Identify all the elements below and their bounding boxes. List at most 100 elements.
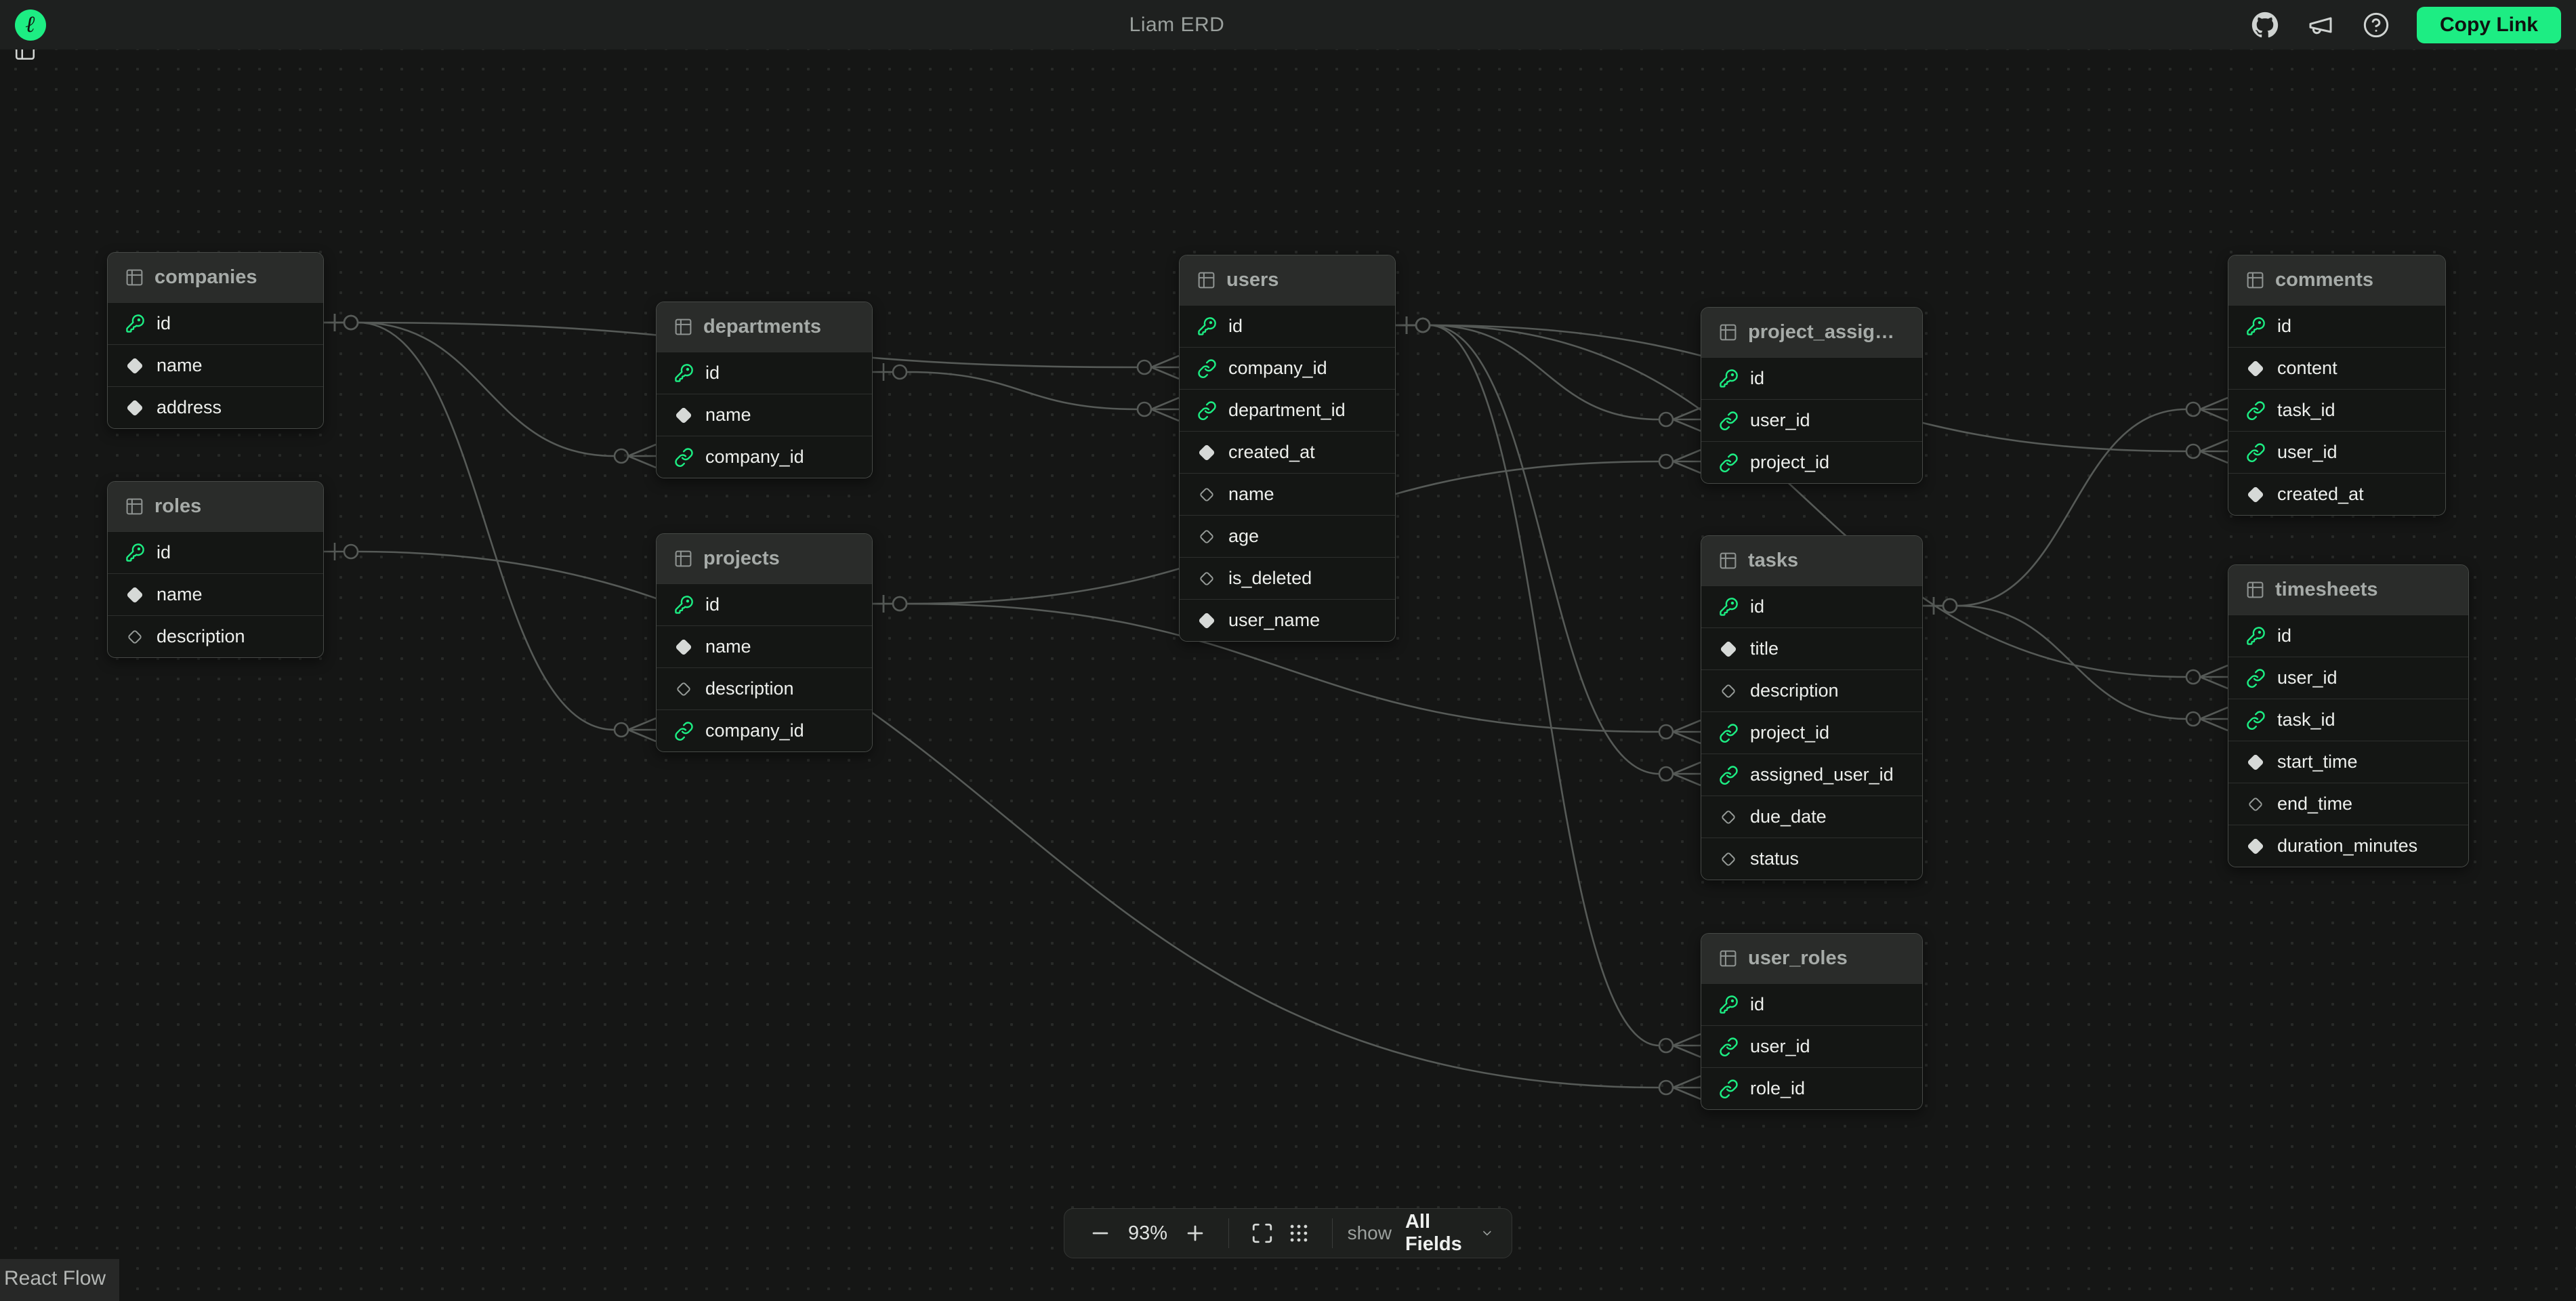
column-name: status — [1750, 848, 1799, 869]
column-row-departments-id[interactable]: id — [657, 352, 872, 394]
table-node-roles[interactable]: rolesid name description — [107, 481, 324, 658]
column-row-user_roles-role_id[interactable]: role_id — [1701, 1067, 1922, 1109]
liam-logo[interactable]: ℓ — [15, 9, 46, 41]
copy-link-button[interactable]: Copy Link — [2417, 7, 2561, 43]
table-header[interactable]: companies — [108, 253, 323, 302]
table-header[interactable]: user_roles — [1701, 934, 1922, 983]
column-row-companies-address[interactable]: address — [108, 386, 323, 428]
column-row-users-age[interactable]: age — [1180, 515, 1395, 557]
column-row-tasks-status[interactable]: status — [1701, 838, 1922, 880]
table-header[interactable]: project_assignments — [1701, 308, 1922, 357]
column-row-companies-id[interactable]: id — [108, 302, 323, 344]
column-row-comments-id[interactable]: id — [2228, 305, 2445, 347]
column-row-project_assignments-user_id[interactable]: user_id — [1701, 399, 1922, 441]
github-icon[interactable] — [2250, 10, 2280, 40]
column-row-timesheets-task_id[interactable]: task_id — [2228, 699, 2468, 741]
column-row-comments-content[interactable]: content — [2228, 347, 2445, 389]
link-icon — [1197, 400, 1217, 421]
column-row-tasks-title[interactable]: title — [1701, 627, 1922, 669]
megaphone-icon[interactable] — [2306, 10, 2335, 40]
table-header[interactable]: comments — [2228, 255, 2445, 305]
table-header[interactable]: roles — [108, 482, 323, 531]
column-row-timesheets-user_id[interactable]: user_id — [2228, 657, 2468, 699]
column-name: description — [705, 678, 794, 699]
key-icon — [1197, 316, 1217, 337]
column-row-projects-description[interactable]: description — [657, 667, 872, 709]
column-row-user_roles-user_id[interactable]: user_id — [1701, 1025, 1922, 1067]
zoom-in-button[interactable] — [1177, 1222, 1213, 1245]
relationship-edge — [1396, 316, 1701, 1057]
column-row-tasks-id[interactable]: id — [1701, 585, 1922, 627]
column-row-users-department_id[interactable]: department_id — [1180, 389, 1395, 431]
table-node-project_assignments[interactable]: project_assignmentsiduser_idproject_id — [1701, 307, 1923, 484]
column-name: user_id — [2277, 667, 2338, 688]
column-row-tasks-project_id[interactable]: project_id — [1701, 711, 1922, 753]
table-node-tasks[interactable]: tasksidtitledescriptionproject_idassigne… — [1701, 535, 1923, 880]
fields-dropdown[interactable]: All Fields — [1405, 1211, 1494, 1256]
column-name: user_id — [2277, 442, 2338, 463]
link-icon — [1197, 358, 1217, 379]
zoom-out-button[interactable] — [1082, 1222, 1119, 1245]
table-header[interactable]: users — [1180, 255, 1395, 305]
column-row-timesheets-duration_minutes[interactable]: duration_minutes — [2228, 825, 2468, 867]
column-row-roles-description[interactable]: description — [108, 615, 323, 657]
column-row-users-created_at[interactable]: created_at — [1180, 431, 1395, 473]
column-row-users-name[interactable]: name — [1180, 473, 1395, 515]
table-node-projects[interactable]: projectsidname description company_id — [656, 533, 873, 752]
table-header[interactable]: tasks — [1701, 536, 1922, 585]
table-node-user_roles[interactable]: user_rolesiduser_id role_id — [1701, 933, 1923, 1110]
key-icon — [1718, 369, 1739, 389]
column-row-roles-id[interactable]: id — [108, 531, 323, 573]
column-row-tasks-assigned_user_id[interactable]: assigned_user_id — [1701, 753, 1922, 796]
column-row-users-company_id[interactable]: company_id — [1180, 347, 1395, 389]
column-row-projects-name[interactable]: name — [657, 625, 872, 667]
table-node-comments[interactable]: commentsidcontent task_id user_id created_a… — [2228, 255, 2446, 516]
column-row-timesheets-end_time[interactable]: end_time — [2228, 783, 2468, 825]
column-row-comments-created_at[interactable]: created_at — [2228, 473, 2445, 515]
table-header[interactable]: projects — [657, 534, 872, 583]
erd-canvas[interactable]: companiesidnameaddressrolesidnamedescrip… — [0, 49, 2576, 1294]
column-row-comments-user_id[interactable]: user_id — [2228, 431, 2445, 473]
table-node-users[interactable]: usersidcompany_iddepartment_idcreated_at… — [1179, 255, 1396, 642]
column-row-project_assignments-project_id[interactable]: project_id — [1701, 441, 1922, 483]
column-row-companies-name[interactable]: name — [108, 344, 323, 386]
column-name: role_id — [1750, 1078, 1805, 1099]
key-icon — [1718, 597, 1739, 617]
table-header[interactable]: timesheets — [2228, 565, 2468, 615]
column-row-roles-name[interactable]: name — [108, 573, 323, 615]
diamond-filled-icon — [1718, 639, 1739, 659]
column-name: user_name — [1228, 610, 1320, 631]
relationship-edge — [1923, 597, 2228, 730]
column-row-timesheets-id[interactable]: id — [2228, 615, 2468, 657]
link-icon — [1718, 1079, 1739, 1099]
column-name: task_id — [2277, 400, 2335, 421]
header-actions: Copy Link — [2250, 0, 2576, 49]
column-row-users-is_deleted[interactable]: is_deleted — [1180, 557, 1395, 599]
column-row-comments-task_id[interactable]: task_id — [2228, 389, 2445, 431]
column-row-users-id[interactable]: id — [1180, 305, 1395, 347]
column-row-project_assignments-id[interactable]: id — [1701, 357, 1922, 399]
key-icon — [673, 595, 694, 615]
table-node-timesheets[interactable]: timesheetsid user_id task_idstart_timeend_… — [2228, 564, 2469, 867]
column-row-user_roles-id[interactable]: id — [1701, 983, 1922, 1025]
column-row-projects-id[interactable]: id — [657, 583, 872, 625]
column-row-departments-name[interactable]: name — [657, 394, 872, 436]
column-name: description — [157, 626, 245, 647]
link-icon — [673, 447, 694, 468]
table-node-departments[interactable]: departmentsidnamecompany_id — [656, 302, 873, 478]
column-name: company_id — [705, 720, 804, 741]
table-header[interactable]: departments — [657, 302, 872, 352]
react-flow-attribution[interactable]: React Flow — [0, 1259, 119, 1301]
column-row-timesheets-start_time[interactable]: start_time — [2228, 741, 2468, 783]
diamond-outline-icon — [1197, 526, 1217, 547]
fit-view-icon[interactable] — [1244, 1222, 1281, 1245]
column-name: name — [157, 584, 203, 605]
help-icon[interactable] — [2361, 10, 2391, 40]
column-row-tasks-due_date[interactable]: due_date — [1701, 796, 1922, 838]
table-node-companies[interactable]: companiesidnameaddress — [107, 252, 324, 429]
column-row-users-user_name[interactable]: user_name — [1180, 599, 1395, 641]
column-row-departments-company_id[interactable]: company_id — [657, 436, 872, 478]
column-row-tasks-description[interactable]: description — [1701, 669, 1922, 711]
column-row-projects-company_id[interactable]: company_id — [657, 709, 872, 751]
tidy-up-icon[interactable] — [1281, 1222, 1317, 1245]
